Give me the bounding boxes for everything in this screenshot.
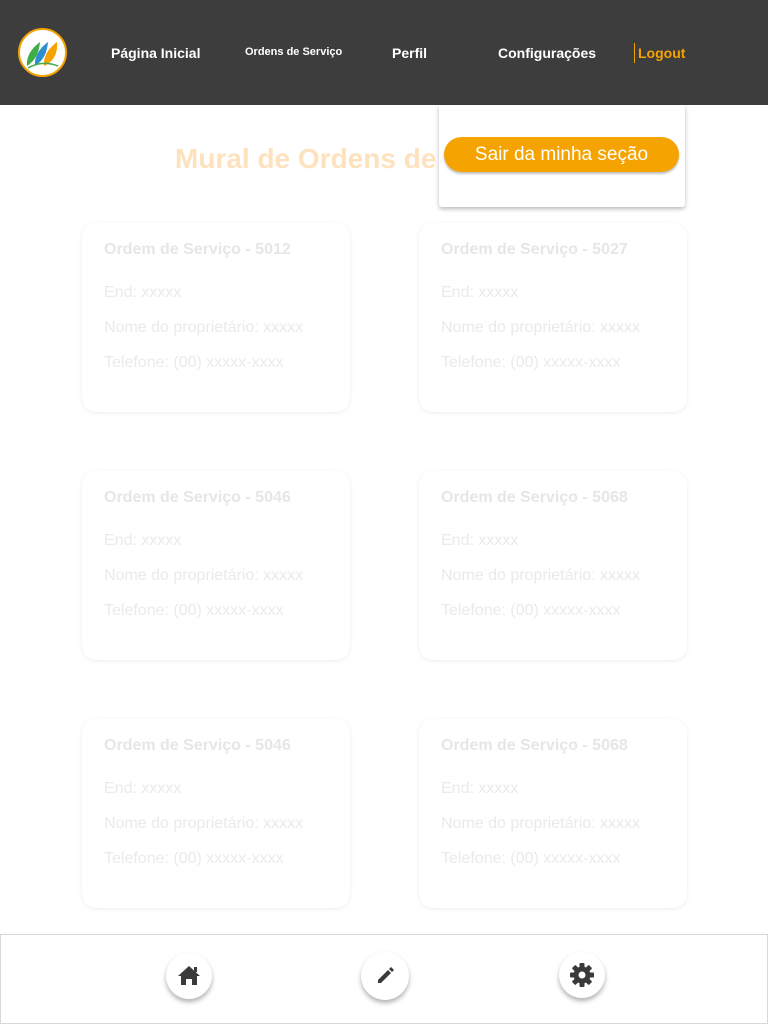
settings-button[interactable] xyxy=(559,952,605,998)
home-button[interactable] xyxy=(166,953,212,999)
card-owner: Nome do proprietário: xxxxx xyxy=(441,319,641,336)
card-phone: Telefone: (00) xxxxx-xxxx xyxy=(104,850,284,867)
card-phone: Telefone: (00) xxxxx-xxxx xyxy=(104,602,284,619)
card-title: Ordem de Serviço - 5046 xyxy=(104,737,291,754)
bottom-nav-bar xyxy=(0,934,768,1024)
pencil-icon xyxy=(378,967,394,983)
service-order-card[interactable]: Ordem de Serviço - 5046 End: xxxxx Nome … xyxy=(82,719,350,908)
card-owner: Nome do proprietário: xxxxx xyxy=(104,815,304,832)
card-address: End: xxxxx xyxy=(104,780,182,797)
logout-dropdown: Sair da minha seção xyxy=(439,105,685,207)
service-order-card[interactable]: Ordem de Serviço - 5046 End: xxxxx Nome … xyxy=(82,471,350,660)
service-order-card[interactable]: Ordem de Serviço - 5012 End: xxxxx Nome … xyxy=(82,223,350,412)
card-title: Ordem de Serviço - 5012 xyxy=(104,241,291,258)
card-phone: Telefone: (00) xxxxx-xxxx xyxy=(104,354,284,371)
logout-confirm-button[interactable]: Sair da minha seção xyxy=(444,137,679,172)
card-address: End: xxxxx xyxy=(441,780,519,797)
card-phone: Telefone: (00) xxxxx-xxxx xyxy=(441,602,621,619)
drops-logo-icon xyxy=(26,42,59,69)
gear-icon xyxy=(570,963,594,987)
card-address: End: xxxxx xyxy=(441,284,519,301)
card-owner: Nome do proprietário: xxxxx xyxy=(104,319,304,336)
nav-home[interactable]: Página Inicial xyxy=(111,45,200,61)
card-phone: Telefone: (00) xxxxx-xxxx xyxy=(441,354,621,371)
service-order-card[interactable]: Ordem de Serviço - 5068 End: xxxxx Nome … xyxy=(419,471,687,660)
card-title: Ordem de Serviço - 5068 xyxy=(441,737,628,754)
card-address: End: xxxxx xyxy=(104,532,182,549)
top-nav-bar: Página Inicial Ordens de Serviço Perfil … xyxy=(0,0,768,105)
service-order-card[interactable]: Ordem de Serviço - 5027 End: xxxxx Nome … xyxy=(419,223,687,412)
nav-settings[interactable]: Configurações xyxy=(498,45,596,61)
card-title: Ordem de Serviço - 5046 xyxy=(104,489,291,506)
card-address: End: xxxxx xyxy=(441,532,519,549)
card-phone: Telefone: (00) xxxxx-xxxx xyxy=(441,850,621,867)
card-address: End: xxxxx xyxy=(104,284,182,301)
card-owner: Nome do proprietário: xxxxx xyxy=(104,567,304,584)
nav-service-orders[interactable]: Ordens de Serviço xyxy=(245,46,342,58)
card-owner: Nome do proprietário: xxxxx xyxy=(441,567,641,584)
card-owner: Nome do proprietário: xxxxx xyxy=(441,815,641,832)
home-icon xyxy=(178,966,200,985)
card-title: Ordem de Serviço - 5068 xyxy=(441,489,628,506)
edit-button[interactable] xyxy=(361,952,409,1000)
logout-link[interactable]: Logout xyxy=(634,43,685,63)
service-order-card[interactable]: Ordem de Serviço - 5068 End: xxxxx Nome … xyxy=(419,719,687,908)
company-logo[interactable] xyxy=(18,28,67,77)
card-title: Ordem de Serviço - 5027 xyxy=(441,241,628,258)
nav-profile[interactable]: Perfil xyxy=(392,45,427,61)
